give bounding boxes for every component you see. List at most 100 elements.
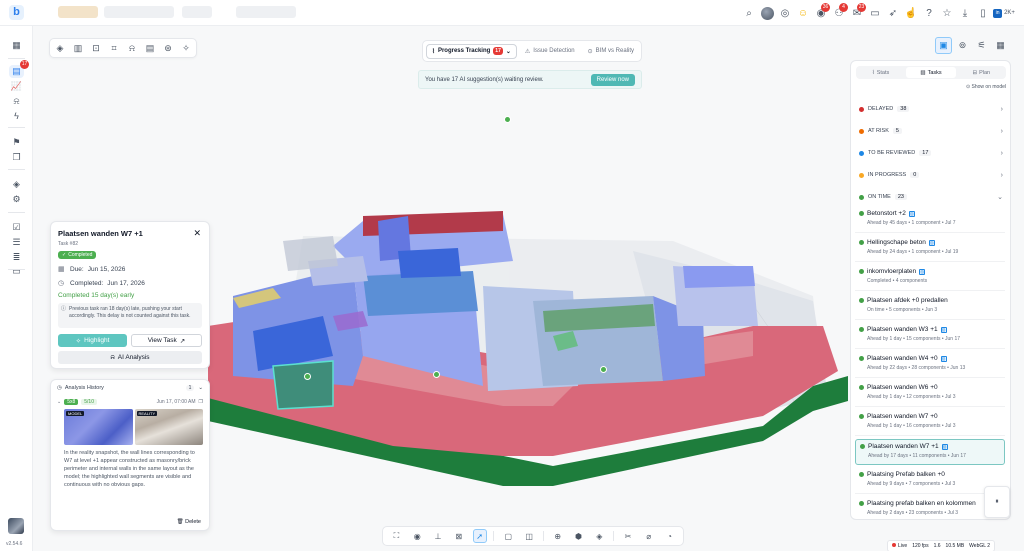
group-in-progress[interactable]: IN PROGRESS 0 › <box>859 170 1003 180</box>
task-item[interactable]: Betonstort +2 ▨ Ahead by 45 days • 1 compo… <box>855 207 1005 233</box>
group-delayed[interactable]: DELAYED 38 › <box>859 104 1003 114</box>
checklist-icon[interactable]: ☑ <box>9 221 24 234</box>
show-on-model-toggle[interactable]: ⊙ Show on model <box>966 84 1006 90</box>
grid-view-icon[interactable]: ▦ <box>992 37 1009 54</box>
task-title: Plaatsen wanden W7 +1 <box>58 229 143 238</box>
emoji-icon[interactable]: ☺ <box>794 5 812 21</box>
delete-button[interactable]: 🗑 Delete <box>177 519 201 525</box>
camera-icon[interactable]: ⊛ <box>159 39 177 57</box>
tab-bim-vs-reality[interactable]: ⊙ BIM vs Reality <box>583 44 639 59</box>
task-item[interactable]: Plaatsen afdek +0 predallen On time • 5 c… <box>855 294 1005 320</box>
camera-view-icon[interactable]: ⊚ <box>954 37 971 54</box>
tasks-icon[interactable]: ≣ <box>9 251 24 264</box>
globe-icon[interactable]: ⊕ <box>551 529 565 543</box>
marker-dot[interactable] <box>433 371 440 378</box>
pause-button[interactable]: ⏸ <box>984 486 1010 518</box>
group-at-risk[interactable]: AT RISK 5 › <box>859 126 1003 136</box>
lightning-icon[interactable]: ϟ <box>9 109 24 122</box>
clip-icon[interactable]: ◫ <box>522 529 536 543</box>
box-icon[interactable]: ▢ <box>501 529 515 543</box>
model-snapshot[interactable]: MODEL <box>64 409 133 445</box>
highlight-button[interactable]: ✧ Highlight <box>58 334 127 347</box>
fit-view-icon[interactable]: ⛶ <box>389 529 403 543</box>
task-item[interactable]: Hellingschape beton ▨ Ahead by 24 days • 1… <box>855 236 1005 262</box>
crop-icon[interactable]: ⌗ <box>105 39 123 57</box>
speed-icon[interactable]: ◔ <box>663 529 677 543</box>
task-item[interactable]: Plaatsen wanden W6 +0 Ahead by 1 day • 12… <box>855 381 1005 407</box>
user-avatar[interactable] <box>758 5 776 21</box>
target-icon[interactable]: ◉ 36 <box>812 3 830 21</box>
phone-icon[interactable]: ▯ <box>974 5 992 21</box>
task-item[interactable]: Plaatsen wanden W7 +0 Ahead by 1 day • 16… <box>855 410 1005 436</box>
robot-icon[interactable]: ⍾ <box>123 39 141 57</box>
tab-stats[interactable]: ⌇ Stats <box>856 67 905 78</box>
tab-tasks[interactable]: ▨ Tasks <box>906 67 956 78</box>
layers-icon[interactable]: ◈ <box>51 39 69 57</box>
layers-icon[interactable]: ◈ <box>9 178 24 191</box>
chat-icon[interactable]: ▭ <box>9 265 24 278</box>
breadcrumb-item[interactable] <box>182 6 212 18</box>
download-icon[interactable]: ⤓ <box>956 5 974 21</box>
thumbs-up-icon[interactable]: ☝ <box>902 5 920 21</box>
chart-icon[interactable]: 📈 <box>9 80 24 93</box>
compass-icon[interactable]: ◎ <box>776 5 794 21</box>
project-thumbnail[interactable] <box>58 6 98 18</box>
task-item[interactable]: Plaatsen wanden W4 +0 ▨ Ahead by 22 days •… <box>855 352 1005 378</box>
marker-dot[interactable] <box>600 366 607 373</box>
list-icon[interactable]: ☰ <box>9 236 24 249</box>
select-cursor-icon[interactable]: ➚ <box>472 529 487 543</box>
task-item[interactable]: Plaatsing Prefab balken +0 Ahead by 9 day… <box>855 468 1005 494</box>
history-header[interactable]: ◷ Analysis History 1 ⌄ <box>57 385 203 391</box>
linkedin-link[interactable]: in 2K+ <box>992 5 1016 21</box>
eye-icon[interactable]: ◉ <box>410 529 424 543</box>
app-logo[interactable]: b <box>9 5 24 20</box>
chat-icon[interactable]: ▭ <box>866 5 884 21</box>
star-icon[interactable]: ☆ <box>938 5 956 21</box>
group-on-time[interactable]: ON TIME 23 ⌄ <box>859 192 1003 202</box>
task-item-selected[interactable]: Plaatsen wanden W7 +1 ▨ Ahead by 17 days •… <box>855 439 1005 465</box>
layers-copy-icon[interactable]: ❐ <box>9 151 24 164</box>
map-icon[interactable]: ▥ <box>69 39 87 57</box>
magic-wand-icon[interactable]: ✧ <box>177 39 195 57</box>
tag-icon[interactable]: ⌀ <box>642 529 656 543</box>
robot-icon[interactable]: ⍾ <box>9 95 24 108</box>
group-to-be-reviewed[interactable]: TO BE REVIEWED 17 › <box>859 148 1003 158</box>
task-item[interactable]: inkomvloerplaten ▨ Completed • 4 component… <box>855 265 1005 291</box>
layers-icon[interactable]: ◈ <box>592 529 606 543</box>
focus-icon[interactable]: ⊡ <box>87 39 105 57</box>
ai-analysis-button[interactable]: ⍾ AI Analysis <box>58 351 202 364</box>
history-entry-header[interactable]: ⌄ 5x8 5/10 Jun 17, 07:00 AM ❐ <box>57 399 203 405</box>
copy-icon[interactable]: ❐ <box>199 399 203 405</box>
task-item[interactable]: Plaatsen wanden W3 +1 ▨ Ahead by 1 day • 1… <box>855 323 1005 349</box>
progress-icon[interactable]: ▤ 17 <box>9 60 29 78</box>
tasks-view-icon[interactable]: ▣ <box>935 37 952 54</box>
tab-issue-detection[interactable]: ⚠ Issue Detection <box>520 44 580 59</box>
search-icon[interactable]: ⌕ <box>740 5 758 21</box>
scissors-icon[interactable]: ✂ <box>621 529 635 543</box>
settings-view-icon[interactable]: ⚟ <box>973 37 990 54</box>
dashboard-icon[interactable]: ▦ <box>9 39 24 52</box>
cube-icon[interactable]: ⬢ <box>572 529 586 543</box>
bim-viewer[interactable]: ◈ ▥ ⊡ ⌗ ⍾ ▤ ⊛ ✧ ⌇ Progress Tracking 17 ⌄ ⚠ I… <box>33 26 1024 551</box>
clipboard-icon[interactable]: ▤ <box>141 39 159 57</box>
help-icon[interactable]: ? <box>920 5 938 21</box>
tab-plan[interactable]: ⊟ Plan <box>957 67 1006 78</box>
task-item[interactable]: Plaatsing prefab balken en kolommen Ahead… <box>855 497 1005 519</box>
flag-icon[interactable]: ⚑ <box>9 136 24 149</box>
reality-snapshot[interactable]: REALITY <box>134 409 203 445</box>
project-selector[interactable] <box>104 6 174 18</box>
stack-settings-icon[interactable]: ⚙ <box>9 193 24 206</box>
marker-dot[interactable] <box>504 116 511 123</box>
people-icon[interactable]: ⚇ 4 <box>830 3 848 21</box>
review-now-button[interactable]: Review now <box>590 73 635 86</box>
user-photo[interactable] <box>8 518 24 534</box>
tab-progress-tracking[interactable]: ⌇ Progress Tracking 17 ⌄ <box>426 43 517 59</box>
view-task-button[interactable]: View Task ↗ <box>131 334 202 347</box>
rocket-icon[interactable]: ➶ <box>884 5 902 21</box>
measure-icon[interactable]: ⊥ <box>431 529 445 543</box>
section-icon[interactable]: ⊠ <box>452 529 466 543</box>
close-icon[interactable]: ✕ <box>193 228 201 239</box>
mail-icon[interactable]: ✉ 23 <box>848 3 866 21</box>
breadcrumb-item[interactable] <box>236 6 296 18</box>
marker-dot[interactable] <box>304 373 311 380</box>
